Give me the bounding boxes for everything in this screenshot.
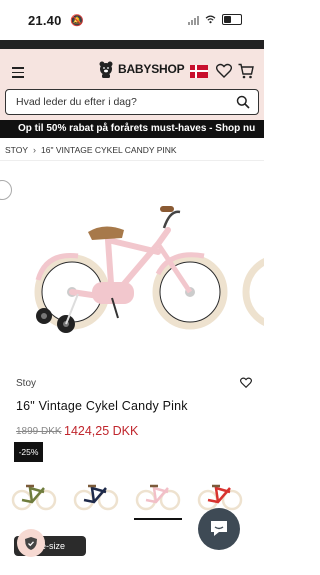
denmark-flag-icon[interactable] [190,65,208,78]
divider [0,160,264,161]
bell-slash-icon: 🔕 [70,15,84,27]
price-sale: 1424,25 DKK [64,424,139,438]
promo-banner[interactable]: Op til 50% rabat på forårets must-haves … [0,120,264,138]
product-title: 16" Vintage Cykel Candy Pink [16,399,188,413]
wifi-icon [205,15,216,24]
shield-icon [25,537,37,550]
search-bar[interactable]: Hvad leder du efter i dag? [5,89,259,115]
chat-icon [211,521,227,536]
search-input[interactable]: Hvad leder du efter i dag? [16,96,137,108]
product-image[interactable] [0,170,264,370]
variant-navy[interactable] [72,476,120,516]
brand-name: BABYSHOP [118,62,185,76]
top-strip [0,40,264,49]
babyshop-logo[interactable]: BABYSHOP [98,60,185,78]
cart-icon[interactable] [238,63,254,79]
status-icons [188,14,242,25]
search-icon[interactable] [236,95,250,109]
battery-icon [222,14,242,25]
variant-pink[interactable] [134,476,182,516]
active-variant-underline [134,518,182,520]
chevron-right-icon: › [33,145,36,155]
bear-logo-icon [99,61,113,78]
breadcrumb-item-product[interactable]: 16" VINTAGE CYKEL CANDY PINK [41,145,177,155]
breadcrumb-item-brand[interactable]: STOY [5,145,28,155]
price-original: 1899 DKK [16,426,62,437]
status-time: 21.40 [28,13,62,28]
breadcrumb: STOY › 16" VINTAGE CYKEL CANDY PINK [5,145,177,155]
wishlist-heart-icon[interactable] [240,377,252,388]
heart-icon[interactable] [216,63,232,78]
discount-badge: -25% [14,442,43,462]
product-brand[interactable]: Stoy [16,378,36,389]
variant-green[interactable] [10,476,58,516]
chat-button[interactable] [198,508,240,550]
menu-icon[interactable] [12,67,24,78]
status-bar: 21.40 🔕 [0,0,264,40]
signal-icon [188,15,199,25]
